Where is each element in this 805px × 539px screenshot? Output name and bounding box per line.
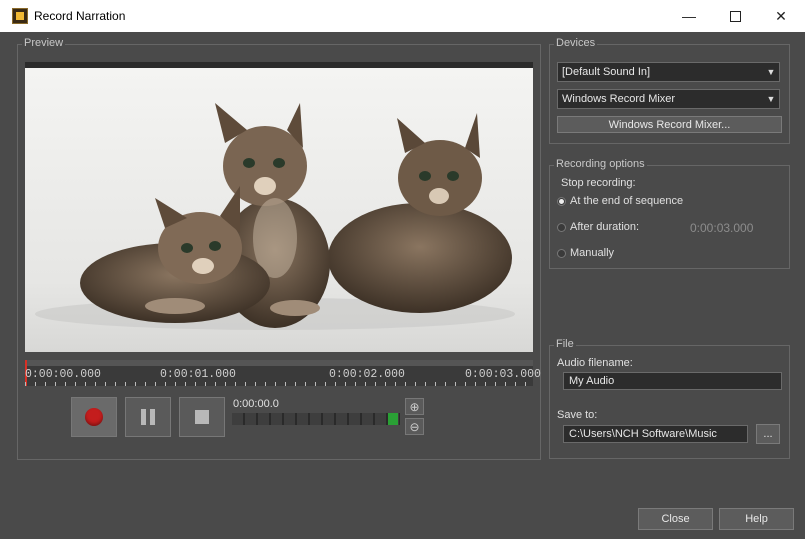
pause-icon [141,409,155,425]
title-bar: Record Narration — ✕ [0,0,805,32]
radio-end-of-sequence[interactable] [557,197,566,206]
audio-filename-label: Audio filename: [557,357,633,369]
timeline-label: 0:00:01.000 [160,368,236,381]
preview-group-title: Preview [22,37,66,49]
zoom-in-icon: ⊕ [409,399,420,414]
zoom-out-button[interactable]: ⊖ [405,418,424,435]
record-button[interactable] [71,397,117,437]
zoom-out-icon: ⊖ [409,419,420,434]
file-group-title: File [554,338,576,350]
level-indicator [388,413,398,425]
radio-manually[interactable] [557,249,566,258]
audio-filename-input[interactable]: My Audio [563,372,782,390]
window-title: Record Narration [34,9,126,23]
stop-recording-label: Stop recording: [561,177,636,189]
close-button[interactable]: Close [638,508,713,530]
windows-record-mixer-button[interactable]: Windows Record Mixer... [557,116,782,133]
stop-icon [195,410,209,424]
browse-button[interactable]: ... [756,424,780,444]
duration-field[interactable]: 0:00:03.000 [690,221,753,235]
option-label[interactable]: At the end of sequence [570,195,683,207]
pause-button[interactable] [125,397,171,437]
timeline-track[interactable] [25,360,533,366]
level-meter [232,413,400,425]
timeline-label: 0:00:02.000 [329,368,405,381]
close-window-button[interactable]: ✕ [758,0,804,32]
save-path-input[interactable]: C:\Users\NCH Software\Music [563,425,748,443]
chevron-down-icon: ▼ [766,67,776,77]
help-button[interactable]: Help [719,508,794,530]
mixer-device-value: Windows Record Mixer [562,93,676,105]
timeline-ticks [25,382,533,386]
video-preview [25,62,533,352]
stop-button[interactable] [179,397,225,437]
input-device-select[interactable]: [Default Sound In] ▼ [557,62,780,82]
recording-options-title: Recording options [554,158,647,170]
save-to-label: Save to: [557,409,598,421]
minimize-button[interactable]: — [666,0,712,32]
maximize-icon [729,10,741,22]
chevron-down-icon: ▼ [766,94,776,104]
app-icon [12,8,28,24]
timeline-label: 0:00:03.000 [465,368,541,381]
current-time: 0:00:00.0 [233,398,279,410]
zoom-in-button[interactable]: ⊕ [405,398,424,415]
timeline-ruler[interactable]: 0:00:00.000 0:00:01.000 0:00:02.000 0:00… [25,360,541,386]
devices-group-title: Devices [554,37,598,49]
option-label[interactable]: After duration: [570,221,639,233]
maximize-button[interactable] [712,0,758,32]
mixer-device-select[interactable]: Windows Record Mixer ▼ [557,89,780,109]
timeline-label: 0:00:00.000 [25,368,101,381]
option-label[interactable]: Manually [570,247,614,259]
radio-after-duration[interactable] [557,223,566,232]
record-narration-window: Record Narration — ✕ Preview 0:00:00.000… [0,0,805,539]
record-icon [85,408,103,426]
input-device-value: [Default Sound In] [562,66,651,78]
preview-image [25,68,533,352]
